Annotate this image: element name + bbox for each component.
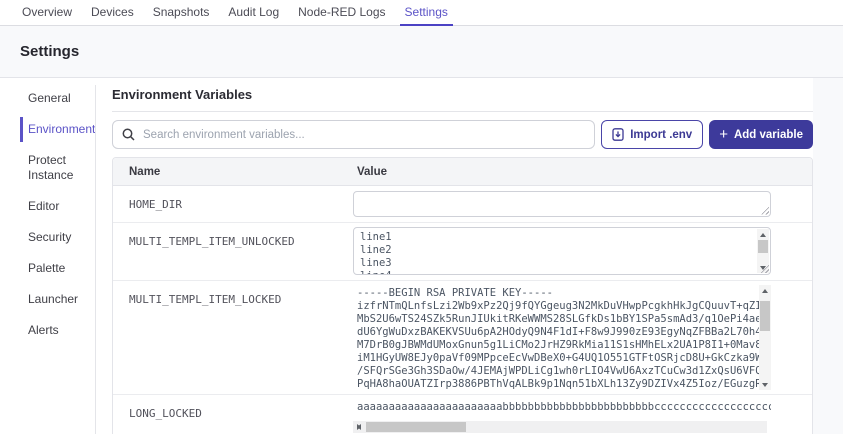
- tab-settings[interactable]: Settings: [399, 0, 454, 26]
- env-var-value-cell: line1 line2 line3 line4: [353, 223, 771, 280]
- env-var-name: HOME_DIR: [129, 198, 182, 211]
- scroll-thumb[interactable]: [758, 240, 768, 253]
- scroll-down-arrow[interactable]: [759, 379, 771, 390]
- table-row-home-dir: HOME_DIR: [113, 186, 812, 223]
- import-env-button[interactable]: Import .env: [601, 120, 704, 149]
- horizontal-scrollbar[interactable]: [353, 421, 767, 433]
- env-var-value-locked: aaaaaaaaaaaaaaaaaaaaaaabbbbbbbbbbbbbbbbb…: [357, 401, 771, 413]
- table-row-long-locked: LONG_LOCKED aaaaaaaaaaaaaaaaaaaaaaabbbbbb…: [113, 395, 812, 434]
- column-header-value: Value: [357, 165, 388, 178]
- search-input[interactable]: Search environment variables...: [112, 120, 596, 149]
- sidebar-item-protect-instance[interactable]: Protect Instance: [20, 153, 92, 183]
- vertical-scrollbar[interactable]: [759, 285, 771, 390]
- tab-audit-log[interactable]: Audit Log: [226, 0, 281, 25]
- env-var-value-textarea[interactable]: line1 line2 line3 line4: [353, 227, 771, 275]
- scroll-up-arrow[interactable]: [757, 229, 769, 240]
- scroll-thumb[interactable]: [760, 301, 770, 331]
- env-variables-table: Name Value HOME_DIR MULTI_TEMPL_ITEM_UNLO…: [112, 157, 813, 434]
- environment-panel: Environment Variables Search environment…: [112, 78, 813, 434]
- scroll-right-arrow[interactable]: [353, 421, 364, 433]
- sidebar-item-general[interactable]: General: [20, 91, 92, 106]
- sidebar-item-alerts[interactable]: Alerts: [20, 323, 92, 338]
- panel-title: Environment Variables: [112, 78, 813, 112]
- tab-bar: Overview Devices Snapshots Audit Log Node-RE…: [0, 0, 843, 26]
- plus-icon: +: [719, 126, 728, 143]
- import-file-icon: [612, 128, 624, 141]
- table-header-row: Name Value: [113, 158, 812, 186]
- tab-node-red-logs[interactable]: Node-RED Logs: [296, 0, 387, 25]
- sidebar-item-launcher[interactable]: Launcher: [20, 292, 92, 307]
- import-env-label: Import .env: [630, 128, 693, 141]
- sidebar-divider: [95, 85, 96, 434]
- table-row-multi-templ-item-unlocked: MULTI_TEMPL_ITEM_UNLOCKED line1 line2 lin…: [113, 223, 812, 281]
- sidebar-item-security[interactable]: Security: [20, 230, 92, 245]
- env-var-name: MULTI_TEMPL_ITEM_UNLOCKED: [129, 235, 295, 248]
- env-var-value-locked: -----BEGIN RSA PRIVATE KEY----- izfrNTmQ…: [357, 287, 762, 390]
- table-row-multi-templ-item-locked: MULTI_TEMPL_ITEM_LOCKED -----BEGIN RSA PR…: [113, 281, 812, 395]
- env-var-value-cell: -----BEGIN RSA PRIVATE KEY----- izfrNTmQ…: [353, 281, 771, 394]
- tab-snapshots[interactable]: Snapshots: [151, 0, 212, 25]
- add-variable-label: Add variable: [733, 128, 803, 141]
- env-var-value-textarea[interactable]: [353, 190, 771, 217]
- tab-overview[interactable]: Overview: [20, 0, 74, 25]
- sidebar-item-environment[interactable]: Environment: [20, 117, 95, 142]
- scroll-up-arrow[interactable]: [759, 285, 771, 296]
- page-title: Settings: [20, 43, 80, 60]
- page-header: Settings: [0, 26, 843, 78]
- sidebar-item-palette[interactable]: Palette: [20, 261, 92, 276]
- sidebar-item-editor[interactable]: Editor: [20, 199, 92, 214]
- env-var-value-cell: [353, 186, 771, 222]
- column-header-name: Name: [129, 165, 161, 178]
- textarea-text: line1 line2 line3 line4: [360, 231, 392, 274]
- env-var-name: MULTI_TEMPL_ITEM_LOCKED: [129, 293, 282, 306]
- search-placeholder: Search environment variables...: [143, 128, 305, 141]
- settings-sidebar: General Environment Protect Instance Editor…: [20, 91, 95, 354]
- env-var-value-cell: aaaaaaaaaaaaaaaaaaaaaaabbbbbbbbbbbbbbbbb…: [353, 395, 771, 434]
- settings-card: General Environment Protect Instance Editor…: [0, 78, 813, 434]
- textarea-text: [354, 192, 770, 216]
- add-variable-button[interactable]: + Add variable: [709, 120, 813, 149]
- tab-devices[interactable]: Devices: [89, 0, 136, 25]
- content-area: General Environment Protect Instance Editor…: [0, 78, 843, 434]
- magnifier-icon: [122, 128, 135, 141]
- env-toolbar: Search environment variables... Import .…: [112, 120, 813, 149]
- scroll-thumb[interactable]: [366, 422, 466, 432]
- env-var-name: LONG_LOCKED: [129, 407, 202, 420]
- table-body: HOME_DIR MULTI_TEMPL_ITEM_UNLOCKED line1 l…: [113, 186, 812, 434]
